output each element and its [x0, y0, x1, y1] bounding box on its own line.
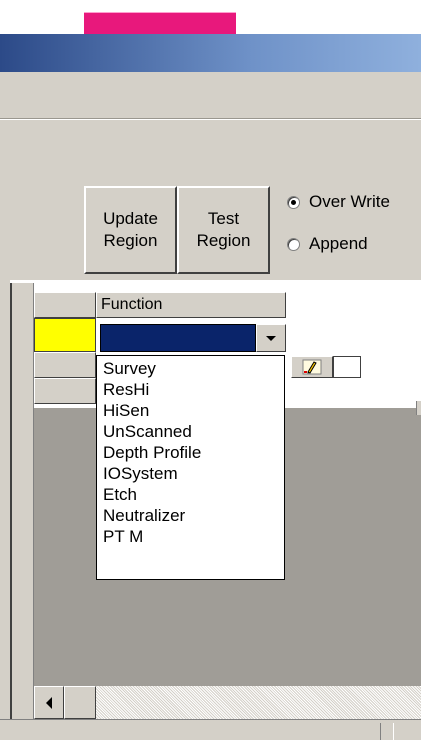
- row-header-3[interactable]: [34, 378, 96, 404]
- top-strip: [0, 0, 421, 35]
- append-radio-button[interactable]: [287, 237, 300, 251]
- function-combo-field[interactable]: [100, 324, 256, 352]
- dropdown-option-iosystem[interactable]: IOSystem: [103, 463, 284, 484]
- panel-divider-highlight: [0, 119, 421, 120]
- function-combo-dropdown-button[interactable]: [256, 324, 286, 352]
- dropdown-option-hisen[interactable]: HiSen: [103, 400, 284, 421]
- edit-cell-button[interactable]: [291, 356, 333, 378]
- arrow-left-icon: [46, 696, 52, 709]
- chevron-down-icon: [266, 335, 276, 341]
- right-edge-marker: [416, 401, 421, 415]
- append-radio-option[interactable]: Append: [287, 232, 368, 256]
- row-header-selected[interactable]: [34, 318, 96, 352]
- dropdown-option-unscanned[interactable]: UnScanned: [103, 421, 284, 442]
- row-header-2[interactable]: [34, 352, 96, 378]
- overwrite-radio-label: Over Write: [309, 192, 390, 211]
- update-region-label-line2: Region: [103, 231, 158, 250]
- test-region-label-line1: Test: [207, 209, 240, 228]
- function-dropdown-list[interactable]: Survey ResHi HiSen UnScanned Depth Profi…: [96, 355, 285, 580]
- test-region-button[interactable]: Test Region: [177, 186, 270, 274]
- scroll-left-button[interactable]: [34, 686, 64, 719]
- dropdown-option-pt-m[interactable]: PT M: [103, 526, 284, 547]
- pencil-icon: [302, 359, 322, 375]
- scrollbar-track[interactable]: [96, 686, 421, 719]
- overwrite-radio-button[interactable]: [287, 195, 300, 209]
- status-bar: [0, 719, 421, 740]
- title-bar[interactable]: [0, 34, 421, 72]
- append-radio-label: Append: [309, 234, 368, 253]
- application-window: Update Region Test Region Over Write App…: [0, 0, 421, 740]
- dropdown-option-reshi[interactable]: ResHi: [103, 379, 284, 400]
- overwrite-radio-option[interactable]: Over Write: [287, 190, 390, 214]
- grid-corner-header[interactable]: [34, 292, 96, 318]
- dropdown-option-neutralizer[interactable]: Neutralizer: [103, 505, 284, 526]
- update-region-button[interactable]: Update Region: [84, 186, 177, 274]
- dropdown-option-depth-profile[interactable]: Depth Profile: [103, 442, 284, 463]
- frame-left-edge: [0, 280, 10, 740]
- highlighted-tab[interactable]: [84, 12, 236, 35]
- column-header-function[interactable]: Function: [96, 292, 286, 318]
- grid-text-cell[interactable]: [333, 356, 361, 378]
- dropdown-option-survey[interactable]: Survey: [103, 358, 284, 379]
- status-pane-divider: [380, 723, 394, 740]
- test-region-label-line2: Region: [196, 231, 251, 250]
- grid-left-margin: [12, 283, 34, 719]
- dropdown-option-etch[interactable]: Etch: [103, 484, 284, 505]
- scrollbar-thumb[interactable]: [64, 686, 96, 719]
- update-region-label-line1: Update: [103, 209, 158, 228]
